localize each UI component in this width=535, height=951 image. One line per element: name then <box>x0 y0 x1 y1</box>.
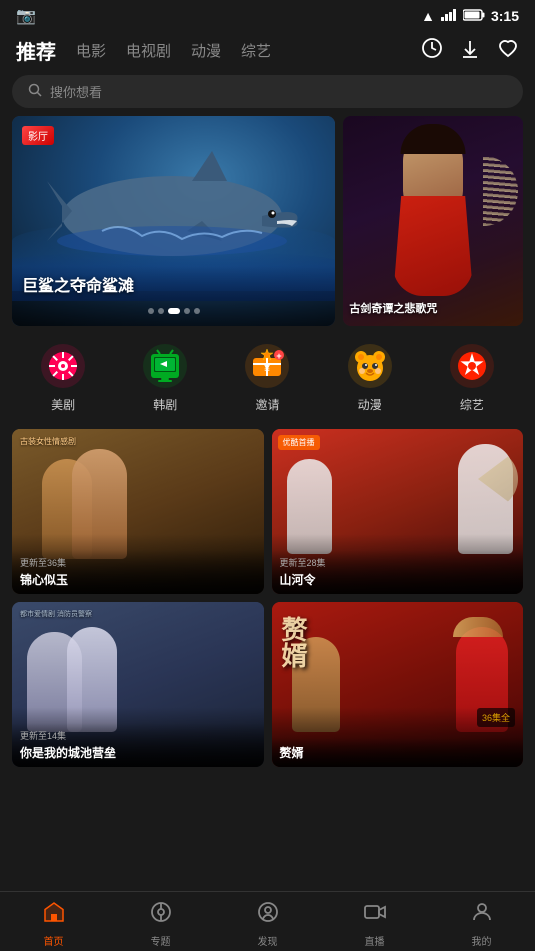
category-kr-drama[interactable]: 韩剧 <box>141 342 189 413</box>
hero-side-card[interactable]: 古剑奇谭之悲歌咒 <box>343 116 523 326</box>
topics-icon <box>149 900 173 930</box>
category-anime[interactable]: 动漫 <box>346 342 394 413</box>
tab-recommend[interactable]: 推荐 <box>16 34 56 67</box>
category-invite-label: 邀请 <box>255 396 279 413</box>
search-icon <box>28 83 42 100</box>
hero-banner: 影厅 巨鲨之夺命鲨滩 <box>0 116 535 326</box>
kr-drama-icon <box>141 342 189 390</box>
card-shanhe-footer: 更新至28集 山河令 <box>272 550 524 594</box>
card-chengchi-footer: 更新至14集 你是我的城池营垒 <box>12 723 264 767</box>
mine-icon <box>470 900 494 930</box>
discover-icon <box>256 900 280 930</box>
history-icon[interactable] <box>421 37 443 65</box>
status-right: ▲ 3:15 <box>421 8 519 24</box>
download-icon[interactable] <box>459 37 481 65</box>
content-grid: 古装女性情感剧 更新至36集 锦心似玉 优酷首播 更新至28集 山河令 <box>0 421 535 775</box>
category-us-drama[interactable]: 美剧 <box>39 342 87 413</box>
bottom-navigation: 首页 专题 发现 直播 <box>0 891 535 951</box>
search-placeholder: 搜你想看 <box>50 82 102 101</box>
home-label: 首页 <box>44 933 64 948</box>
variety-icon <box>448 342 496 390</box>
heart-icon[interactable] <box>497 37 519 65</box>
category-anime-label: 动漫 <box>358 396 382 413</box>
hero-main-card[interactable]: 影厅 巨鲨之夺命鲨滩 <box>12 116 335 326</box>
tab-movie[interactable]: 电影 <box>76 38 106 63</box>
nav-icons <box>421 37 519 65</box>
battery-icon <box>463 9 485 24</box>
status-bar: 📷 ▲ 3:15 <box>0 0 535 28</box>
top-navigation: 推荐 电影 电视剧 动漫 综艺 <box>0 28 535 75</box>
bottom-nav-home[interactable]: 首页 <box>0 900 107 939</box>
anime-icon <box>346 342 394 390</box>
discover-label: 发现 <box>258 933 278 948</box>
category-kr-drama-label: 韩剧 <box>153 396 177 413</box>
hero-main-title: 巨鲨之夺命鲨滩 <box>22 272 134 296</box>
dot-4 <box>184 308 190 314</box>
time-display: 3:15 <box>491 8 519 24</box>
tab-tvshow[interactable]: 电视剧 <box>126 38 171 63</box>
live-icon <box>363 900 387 930</box>
bottom-nav-mine[interactable]: 我的 <box>428 900 535 939</box>
card-shanhe-title: 山河令 <box>280 571 516 588</box>
topics-label: 专题 <box>151 933 171 948</box>
bottom-nav-topics[interactable]: 专题 <box>107 900 214 939</box>
dot-2 <box>158 308 164 314</box>
hero-badge: 影厅 <box>22 126 54 145</box>
svg-text:+: + <box>277 351 282 361</box>
card-jinxin-footer: 更新至36集 锦心似玉 <box>12 550 264 594</box>
card-zanshen-footer: 赘婿 <box>272 738 524 767</box>
tab-variety[interactable]: 综艺 <box>241 38 271 63</box>
invite-icon: ¥ + <box>243 342 291 390</box>
home-icon <box>42 900 66 930</box>
live-label: 直播 <box>365 933 385 948</box>
card-chengchi-update: 更新至14集 <box>20 729 256 742</box>
card-chengchi-title: 你是我的城池营垒 <box>20 744 256 761</box>
mine-label: 我的 <box>472 933 492 948</box>
category-row: 美剧 韩剧 <box>0 326 535 421</box>
card-shanhe-update: 更新至28集 <box>280 556 516 569</box>
tab-anime[interactable]: 动漫 <box>191 38 221 63</box>
bottom-nav-live[interactable]: 直播 <box>321 900 428 939</box>
category-variety[interactable]: 综艺 <box>448 342 496 413</box>
dot-1 <box>148 308 154 314</box>
category-invite[interactable]: ¥ + 邀请 <box>243 342 291 413</box>
category-variety-label: 综艺 <box>460 396 484 413</box>
wifi-icon: ▲ <box>421 8 435 24</box>
card-chengchi[interactable]: 都市爱情剧 消防员警察 更新至14集 你是我的城池营垒 <box>12 602 264 767</box>
signal-icon <box>441 9 457 24</box>
dot-5 <box>194 308 200 314</box>
card-zanshen-title: 赘婿 <box>280 744 516 761</box>
camera-icon: 📷 <box>16 6 36 26</box>
us-drama-icon <box>39 342 87 390</box>
dot-3 <box>168 308 180 314</box>
card-jinxin-update: 更新至36集 <box>20 556 256 569</box>
svg-text:¥: ¥ <box>265 364 271 375</box>
hero-dots <box>148 308 200 314</box>
category-us-drama-label: 美剧 <box>51 396 75 413</box>
card-zanshen[interactable]: 赘婿 36集全 赘婿 <box>272 602 524 767</box>
card-shanhe[interactable]: 优酷首播 更新至28集 山河令 <box>272 429 524 594</box>
card-jinxin[interactable]: 古装女性情感剧 更新至36集 锦心似玉 <box>12 429 264 594</box>
hero-side-title: 古剑奇谭之悲歌咒 <box>349 300 517 316</box>
search-bar[interactable]: 搜你想看 <box>12 75 523 108</box>
card-jinxin-title: 锦心似玉 <box>20 571 256 588</box>
bottom-nav-discover[interactable]: 发现 <box>214 900 321 939</box>
status-left: 📷 <box>16 6 36 26</box>
